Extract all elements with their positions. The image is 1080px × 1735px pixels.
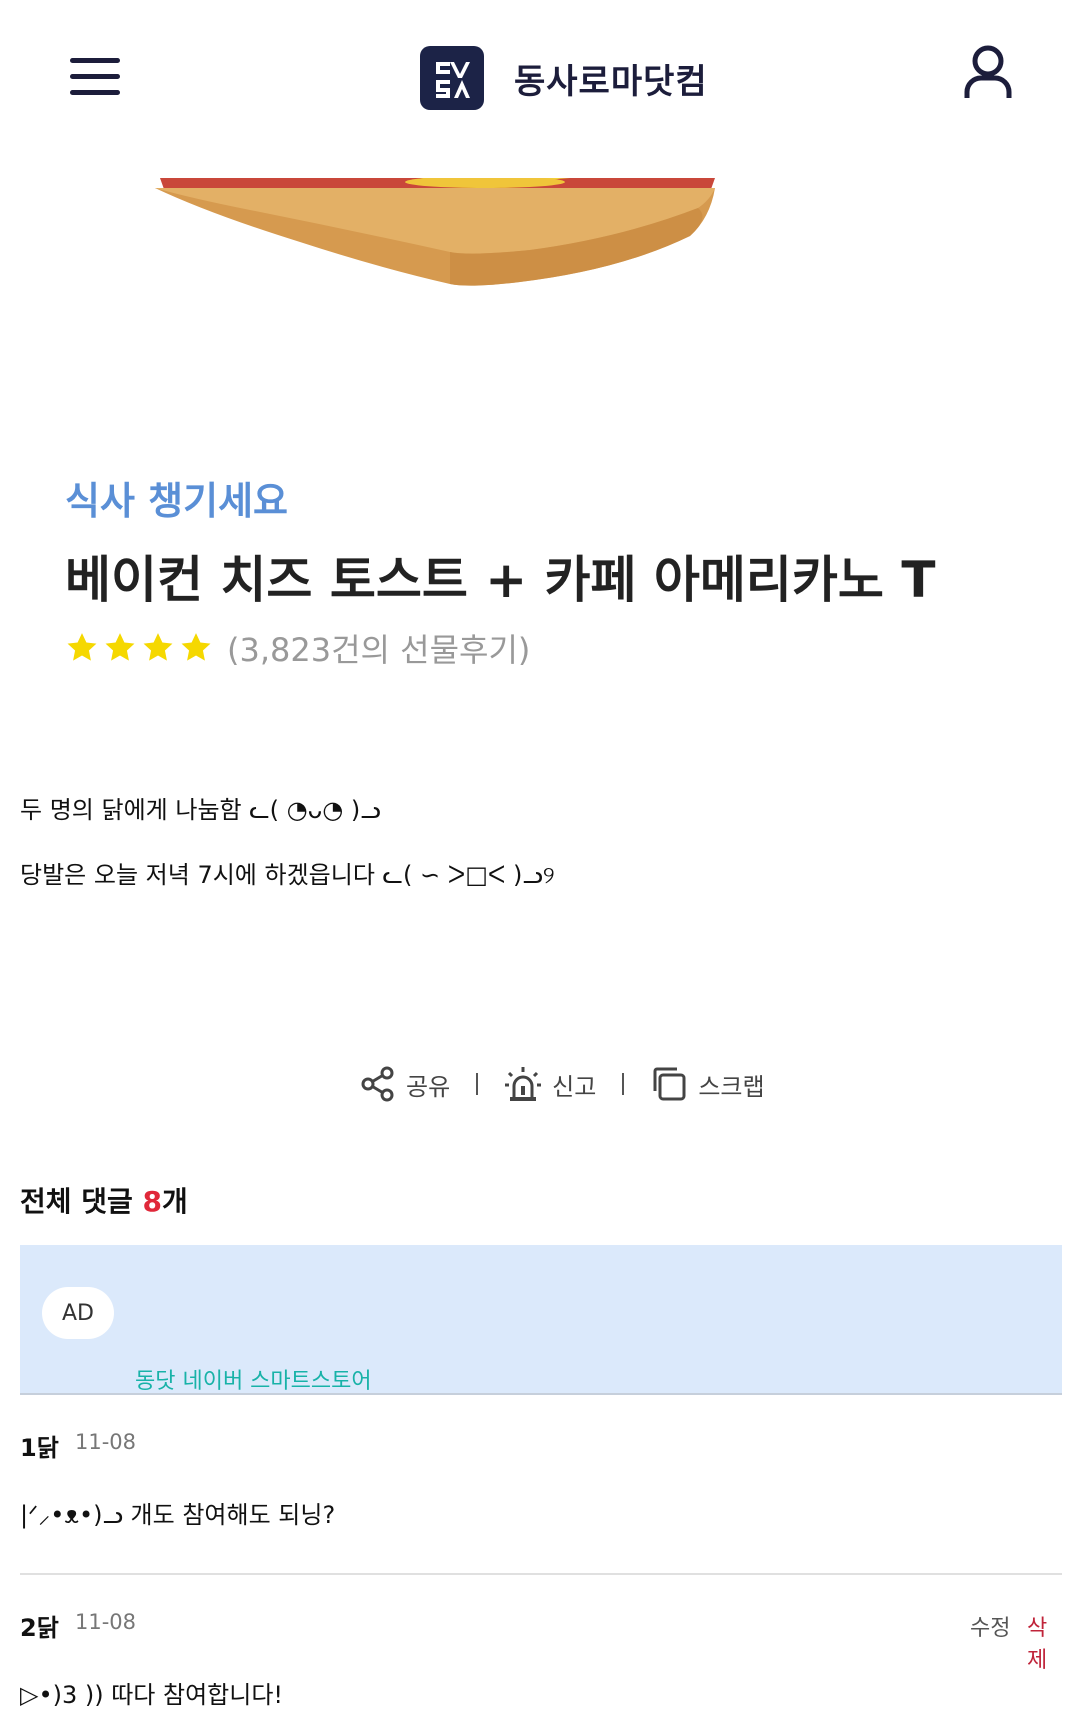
comment-text: ▷•)3 )) 따다 참여합니다! (20, 1681, 284, 1709)
comments-header: 전체 댓글 8개 (20, 1180, 188, 1220)
comment-item: 2닭 11-08 수정 삭제 ▷•)3 )) 따다 참여합니다! (20, 1600, 1062, 1735)
copy-icon (653, 1067, 686, 1101)
top-header: 동사로마닷컴 (0, 0, 1080, 150)
post-actions: 공유 신고 스크랩 (360, 1065, 765, 1103)
comment-item: 1닭 11-08 |ᐟ⸝•ᴥ•)ᓗ 개도 참여해도 되닝? (20, 1420, 1062, 1575)
product-image (150, 176, 720, 288)
site-title: 동사로마닷컴 (514, 61, 708, 102)
post-text-line: 두 명의 닭에게 나눔함 ᓚ( ◔ᴗ◔ )ᓗ (20, 796, 381, 824)
scrap-label: 스크랩 (698, 1072, 765, 1101)
divider (622, 1073, 625, 1095)
hamburger-menu-icon[interactable] (70, 58, 120, 98)
comment-count-suffix: 개 (162, 1185, 188, 1218)
share-icon (361, 1066, 394, 1102)
delete-comment-button[interactable]: 삭제 (1027, 1610, 1062, 1674)
star-icon (67, 633, 97, 661)
siren-icon (505, 1067, 542, 1101)
product-category: 식사 챙기세요 (65, 479, 288, 523)
report-button[interactable]: 신고 (504, 1066, 596, 1102)
share-label: 공유 (406, 1072, 451, 1101)
comment-date: 11-08 (75, 1610, 137, 1634)
comments-title: 전체 댓글 (20, 1185, 133, 1218)
star-icon (105, 633, 135, 661)
review-count: (3,823건의 선물후기) (227, 631, 531, 669)
site-logo[interactable]: 동사로마닷컴 (420, 46, 708, 110)
page: 동사로마닷컴 식사 챙기세요 베이컨 치즈 토스트 + 카페 아메리카노 T (… (0, 0, 1080, 1735)
scrap-button[interactable]: 스크랩 (650, 1065, 765, 1103)
product-rating: (3,823건의 선물후기) (65, 625, 530, 671)
edit-comment-button[interactable]: 수정 (970, 1610, 1010, 1642)
ad-link[interactable]: 동닷 네이버 스마트스토어 (135, 1363, 372, 1393)
ad-banner[interactable]: AD 동닷 네이버 스마트스토어 (20, 1245, 1062, 1395)
logo-icon (420, 46, 484, 110)
report-label: 신고 (552, 1072, 597, 1101)
star-rating (65, 631, 213, 665)
divider (476, 1073, 479, 1095)
user-profile-icon[interactable] (963, 44, 1013, 100)
comment-date: 11-08 (75, 1430, 137, 1454)
product-title: 베이컨 치즈 토스트 + 카페 아메리카노 T (65, 551, 936, 609)
comment-author[interactable]: 1닭 (20, 1428, 59, 1463)
post-text-line: 당발은 오늘 저녁 7시에 하겠읍니다 ᓚ( ∽ ᐳ□ᐸ )ᓗ୨ (20, 861, 555, 889)
star-icon (143, 633, 173, 661)
share-button[interactable]: 공유 (360, 1066, 450, 1102)
comment-text: |ᐟ⸝•ᴥ•)ᓗ 개도 참여해도 되닝? (20, 1501, 336, 1529)
comment-count: 8 (142, 1185, 163, 1218)
star-icon (181, 633, 211, 661)
ad-badge: AD (42, 1287, 114, 1339)
comment-author[interactable]: 2닭 (20, 1608, 59, 1643)
